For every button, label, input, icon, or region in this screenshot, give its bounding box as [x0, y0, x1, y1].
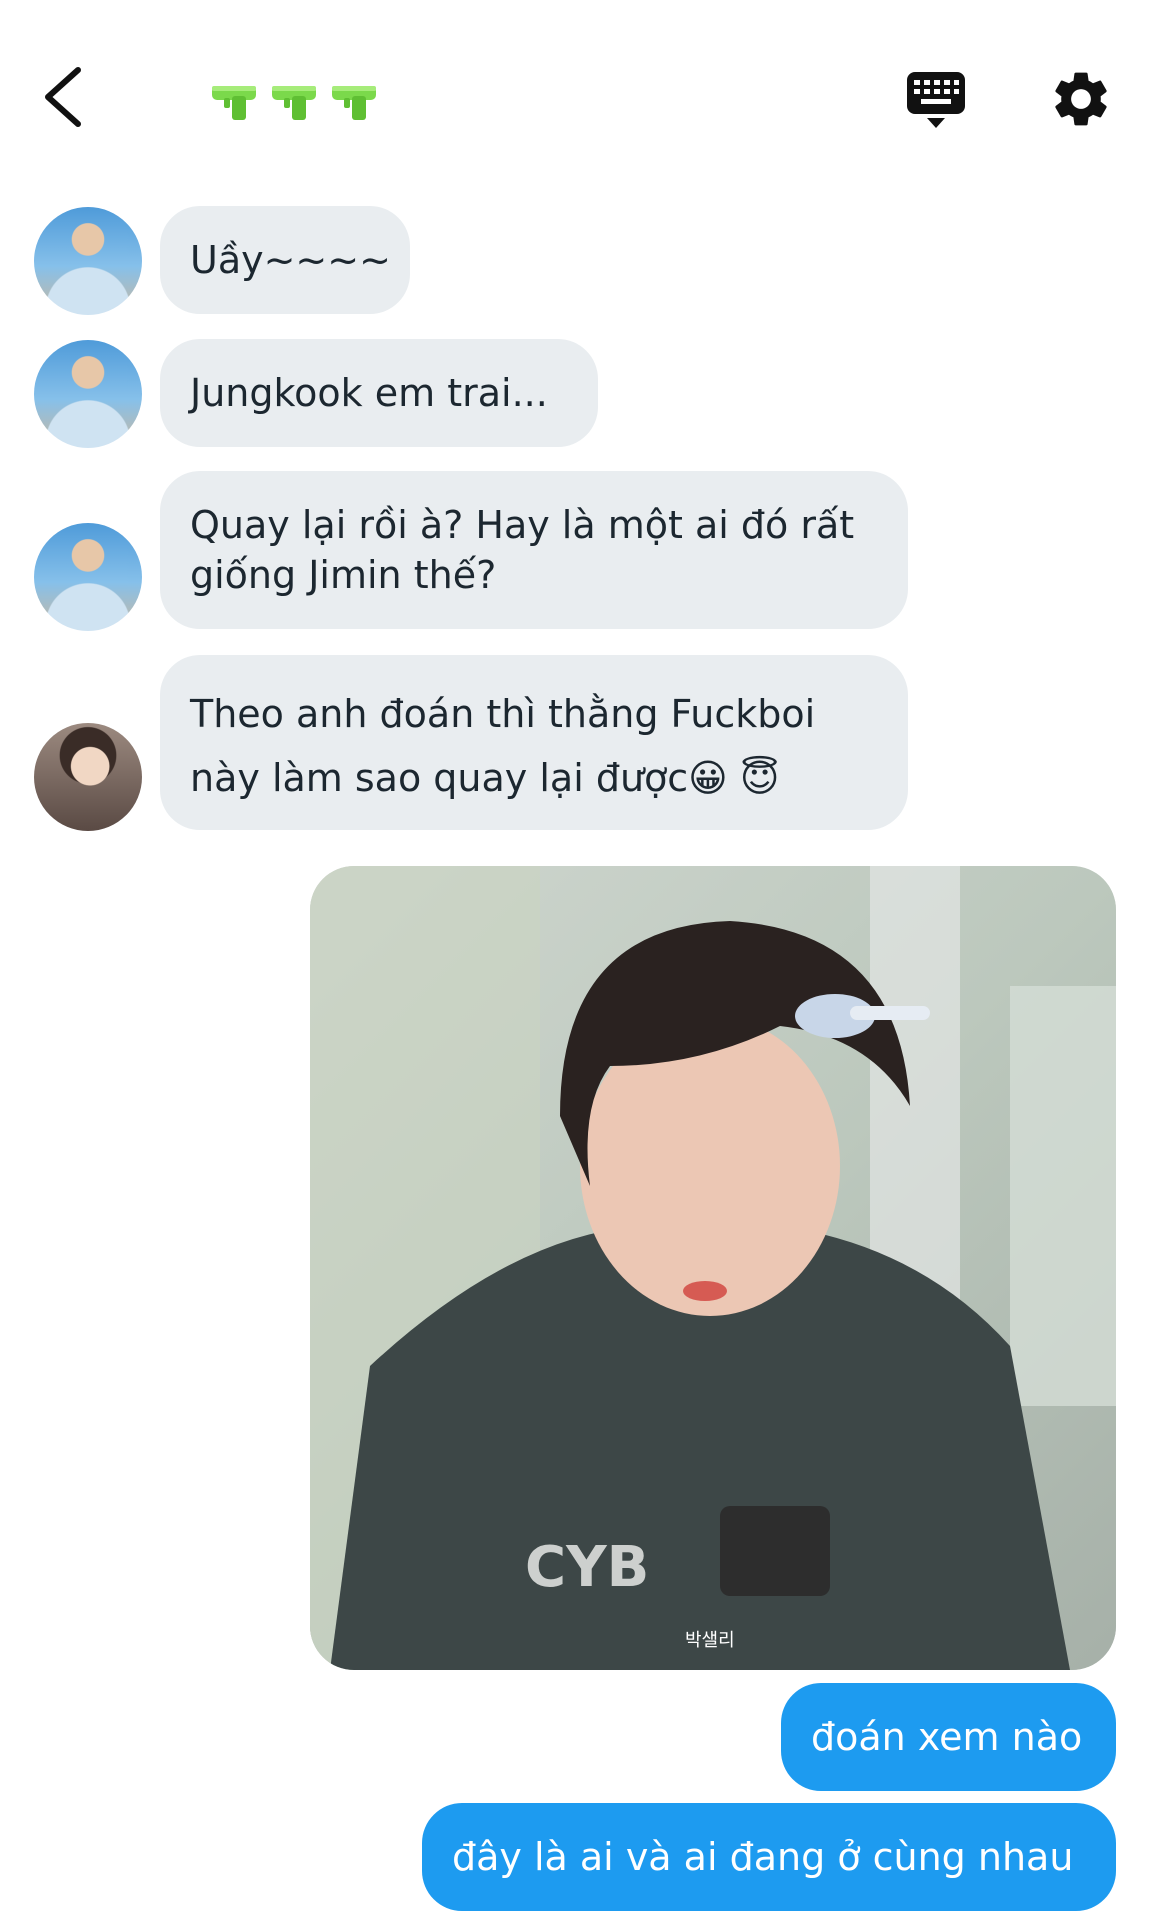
message-bubble: Theo anh đoán thì thằng Fuckboi này làm …	[160, 655, 908, 830]
message-bubble: Uầy~~~~	[160, 206, 410, 314]
back-button[interactable]	[36, 62, 96, 132]
image-caption: 박샐리	[685, 1630, 735, 1651]
photo: CYB 박샐리	[310, 866, 1116, 1670]
avatar[interactable]	[34, 723, 142, 831]
water-pistol-icon	[332, 86, 376, 120]
message-text: Jungkook em trai...	[190, 371, 548, 415]
keyboard-icon	[907, 72, 965, 128]
conversation-header	[0, 0, 1150, 190]
message-text: đoán xem nào	[811, 1715, 1083, 1759]
water-pistol-icon	[272, 86, 316, 120]
svg-text:CYB: CYB	[525, 1535, 649, 1600]
message-text: đây là ai và ai đang ở cùng nhau	[452, 1835, 1074, 1879]
message-text-line: giống Jimin thế?	[190, 553, 497, 597]
message-text-line: Theo anh đoán thì thằng Fuckboi	[190, 692, 816, 736]
message-bubble-outgoing: đây là ai và ai đang ở cùng nhau	[422, 1803, 1116, 1911]
chevron-left-icon	[45, 67, 81, 127]
message-bubble: Jungkook em trai...	[160, 339, 598, 447]
gear-icon	[1055, 72, 1107, 126]
avatar[interactable]	[34, 207, 142, 315]
message-text: Uầy~~~~	[190, 238, 391, 282]
message-text-line: Quay lại rồi à? Hay là một ai đó rất	[190, 503, 855, 547]
message-bubble: Quay lại rồi à? Hay là một ai đó rất giố…	[160, 471, 908, 629]
water-pistol-icon	[212, 86, 256, 120]
keyboard-button[interactable]	[903, 68, 969, 134]
conversation-title	[210, 80, 380, 122]
message-text-line: này làm sao quay lại được😀 😇	[190, 756, 780, 800]
avatar[interactable]	[34, 340, 142, 448]
image-message[interactable]: CYB 박샐리	[310, 866, 1116, 1670]
settings-button[interactable]	[1048, 66, 1114, 132]
message-bubble-outgoing: đoán xem nào	[781, 1683, 1116, 1791]
avatar[interactable]	[34, 523, 142, 631]
